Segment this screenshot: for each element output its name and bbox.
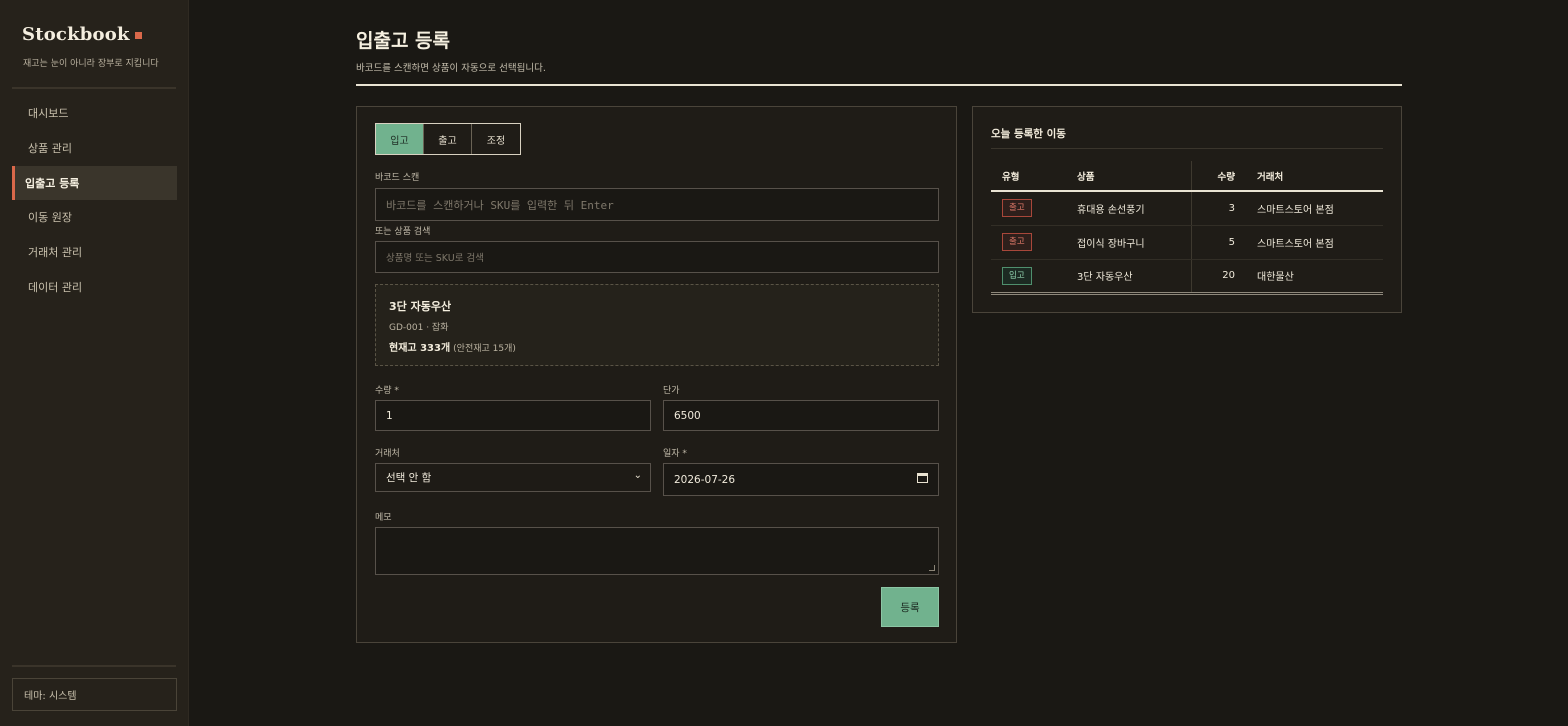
product-meta: GD-001 · 잡화 — [389, 323, 449, 333]
table-row[interactable]: 입고 3단 자동우산 20 대한물산 — [991, 259, 1383, 295]
partner-select-value: 선택 안 함 — [386, 472, 432, 484]
movement-type-tabs: 입고 출고 조정 — [375, 123, 521, 155]
row-qty: 5 — [1190, 225, 1247, 260]
row-product: 3단 자동우산 — [1064, 259, 1191, 295]
sidebar-item-partners[interactable]: 거래처 관리 — [12, 235, 177, 269]
row-qty: 3 — [1190, 191, 1247, 226]
brand-square-icon — [134, 32, 142, 39]
sidebar-item-dashboard[interactable]: 대시보드 — [12, 96, 177, 130]
price-input[interactable]: 6500 — [663, 400, 939, 431]
today-movements-panel: 오늘 등록한 이동 유형 상품 수량 거래처 출고 휴대용 손선풍기 3 스마트… — [972, 106, 1402, 313]
tab-inbound[interactable]: 입고 — [376, 124, 424, 154]
date-value: 2026-07-26 — [674, 473, 736, 486]
row-qty: 20 — [1190, 259, 1247, 295]
theme-toggle-button[interactable]: 테마: 시스템 — [12, 678, 177, 711]
date-input[interactable]: 2026-07-26 — [663, 463, 939, 496]
qty-label: 수량 * — [375, 386, 399, 396]
tab-outbound[interactable]: 출고 — [424, 124, 472, 154]
row-partner: 스마트스토어 본점 — [1247, 225, 1383, 260]
column-header-product: 상품 — [1064, 161, 1191, 192]
page-title: 입출고 등록 — [356, 30, 451, 52]
date-label: 일자 * — [663, 449, 687, 459]
movement-form: 입고 출고 조정 바코드 스캔 바코드를 스캔하거나 SKU를 입력한 뒤 En… — [356, 106, 957, 643]
row-partner: 스마트스토어 본점 — [1247, 191, 1383, 226]
price-label: 단가 — [663, 386, 680, 396]
barcode-input[interactable]: 바코드를 스캔하거나 SKU를 입력한 뒤 Enter — [375, 188, 939, 221]
brand-name: Stockbook — [22, 24, 130, 45]
sidebar-divider — [12, 87, 176, 89]
product-search-input[interactable]: 상품명 또는 SKU로 검색 — [375, 241, 939, 273]
current-stock: 현재고 333개 — [389, 343, 451, 354]
barcode-label: 바코드 스캔 — [375, 173, 420, 183]
row-product: 휴대용 손선풍기 — [1064, 191, 1191, 226]
sidebar-divider — [12, 665, 176, 667]
column-header-qty: 수량 — [1190, 161, 1247, 192]
sidebar-item-products[interactable]: 상품 관리 — [12, 131, 177, 165]
type-badge: 출고 — [1002, 233, 1032, 251]
table-header-row: 유형 상품 수량 거래처 — [991, 161, 1383, 192]
row-product: 접이식 장바구니 — [1064, 225, 1191, 260]
type-badge: 입고 — [1002, 266, 1032, 285]
calendar-icon[interactable] — [917, 473, 928, 483]
qty-input[interactable]: 1 — [375, 400, 651, 431]
search-label: 또는 상품 검색 — [375, 227, 431, 237]
partner-select[interactable]: 선택 안 함 ⌄ — [375, 463, 651, 492]
brand-logo[interactable]: Stockbook — [22, 24, 142, 45]
brand-tagline: 재고는 눈이 아니라 장부로 지킵니다 — [23, 59, 159, 69]
memo-textarea[interactable] — [375, 527, 939, 575]
table-row[interactable]: 출고 접이식 장바구니 5 스마트스토어 본점 — [991, 225, 1383, 260]
movements-table: 유형 상품 수량 거래처 출고 휴대용 손선풍기 3 스마트스토어 본점 출고 … — [991, 161, 1383, 295]
sidebar-item-ledger[interactable]: 이동 원장 — [12, 200, 177, 234]
panel-title: 오늘 등록한 이동 — [991, 128, 1066, 140]
submit-button[interactable]: 등록 — [881, 587, 939, 627]
row-partner: 대한물산 — [1247, 259, 1383, 295]
header-divider — [356, 84, 1402, 86]
tab-adjust[interactable]: 조정 — [472, 124, 520, 154]
page-subtitle: 바코드를 스캔하면 상품이 자동으로 선택됩니다. — [356, 63, 546, 74]
chevron-down-icon: ⌄ — [633, 470, 642, 481]
sidebar-item-inout[interactable]: 입출고 등록 — [12, 165, 177, 200]
product-name: 3단 자동우산 — [389, 300, 452, 313]
product-stock: 현재고 333개 (안전재고 15개) — [389, 339, 516, 354]
partner-label: 거래처 — [375, 449, 400, 459]
column-header-partner: 거래처 — [1247, 161, 1383, 192]
selected-product-card: 3단 자동우산 GD-001 · 잡화 현재고 333개 (안전재고 15개) — [375, 284, 939, 366]
table-row[interactable]: 출고 휴대용 손선풍기 3 스마트스토어 본점 — [991, 191, 1383, 226]
sidebar-item-data[interactable]: 데이터 관리 — [12, 270, 177, 304]
resize-handle-icon[interactable] — [929, 565, 935, 571]
safety-stock: (안전재고 15개) — [453, 344, 516, 354]
sidebar-nav: 대시보드 상품 관리 입출고 등록 이동 원장 거래처 관리 데이터 관리 — [12, 96, 177, 305]
memo-label: 메모 — [375, 513, 392, 523]
panel-divider — [991, 148, 1383, 149]
sidebar: Stockbook 재고는 눈이 아니라 장부로 지킵니다 대시보드 상품 관리… — [0, 0, 189, 726]
type-badge: 출고 — [1002, 199, 1032, 218]
column-header-type: 유형 — [991, 161, 1064, 192]
